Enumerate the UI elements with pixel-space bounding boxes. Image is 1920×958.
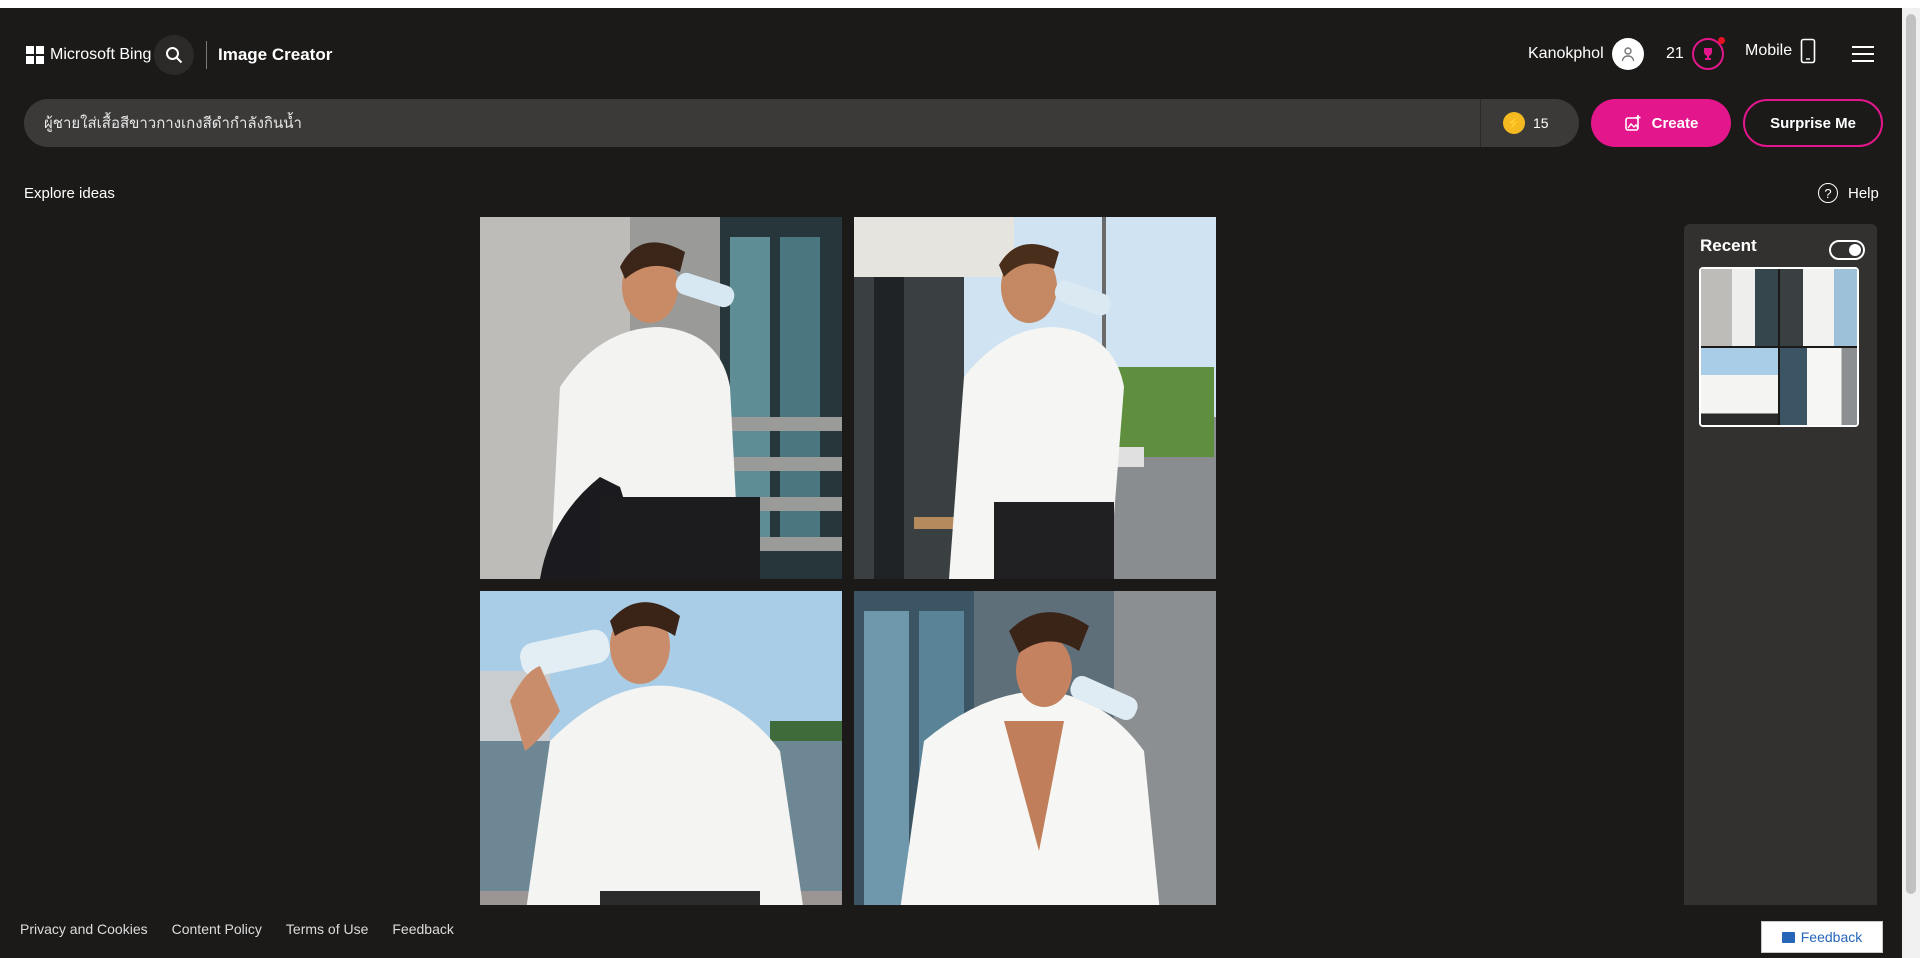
rewards-trophy-icon [1691,37,1725,70]
feedback-button-label: Feedback [1800,929,1863,945]
top-header: Microsoft Bing Image Creator Kanokphol 2… [0,8,1902,100]
create-label: Create [1651,114,1699,132]
footer: Privacy and Cookies Content Policy Terms… [0,905,1902,958]
bing-logo-link[interactable]: Microsoft Bing [26,46,151,64]
header-divider [206,41,207,69]
help-icon: ? [1818,183,1838,203]
recent-toggle[interactable] [1829,240,1865,260]
notification-dot [1717,37,1725,44]
hamburger-menu-icon[interactable] [1852,46,1874,62]
footer-link-feedback[interactable]: Feedback [392,921,453,937]
thumb-image-3 [1701,348,1778,425]
recent-creation-thumbnail[interactable] [1699,267,1859,427]
help-link[interactable]: ? Help [1818,183,1879,203]
help-label: Help [1848,184,1879,202]
page: Microsoft Bing Image Creator Kanokphol 2… [0,8,1902,958]
thumb-image-1 [1701,269,1778,346]
mobile-label: Mobile [1745,42,1793,59]
generated-image-2[interactable] [854,217,1216,579]
feedback-icon [1781,931,1795,943]
search-icon [166,47,183,64]
footer-link-content-policy[interactable]: Content Policy [172,921,262,937]
footer-links: Privacy and Cookies Content Policy Terms… [20,921,454,937]
generated-image-4[interactable] [854,591,1216,914]
footer-link-privacy[interactable]: Privacy and Cookies [20,921,148,937]
scrollbar-thumb[interactable] [1906,14,1916,894]
brand-name: Microsoft Bing [50,46,152,63]
prompt-bar: ⚡ 15 [24,99,1579,147]
phone-icon [1800,38,1816,64]
explore-ideas-link[interactable]: Explore ideas [24,185,115,202]
person-icon [1621,47,1634,62]
boosts-counter[interactable]: ⚡ 15 [1480,99,1579,147]
mobile-link[interactable]: Mobile [1745,38,1816,64]
toggle-knob [1849,244,1861,256]
generated-image-1[interactable] [480,217,842,579]
thumb-image-2 [1780,269,1857,346]
browser-top-strip [0,0,1920,8]
surprise-me-button[interactable]: Surprise Me [1743,99,1883,147]
prompt-input[interactable] [44,99,1494,147]
avatar [1611,38,1644,70]
rewards[interactable]: 21 [1666,37,1725,70]
user-name: Kanokphol [1528,45,1604,62]
generated-image-3[interactable] [480,591,842,914]
boosts-count: 15 [1533,115,1549,131]
page-scrollbar[interactable] [1902,8,1920,958]
microsoft-logo-icon [26,46,44,64]
recent-title: Recent [1700,236,1757,255]
rewards-points: 21 [1666,45,1684,62]
boost-coin-icon: ⚡ [1503,112,1525,134]
search-button[interactable] [154,35,194,75]
create-button[interactable]: Create [1591,99,1731,147]
generated-images-grid [480,217,1217,914]
footer-link-terms[interactable]: Terms of Use [286,921,368,937]
app-title[interactable]: Image Creator [218,45,332,65]
user-profile[interactable]: Kanokphol [1528,38,1644,70]
feedback-button[interactable]: Feedback [1761,921,1883,953]
image-create-icon [1624,115,1641,131]
recent-panel: Recent [1684,224,1877,914]
thumb-image-4 [1780,348,1857,425]
